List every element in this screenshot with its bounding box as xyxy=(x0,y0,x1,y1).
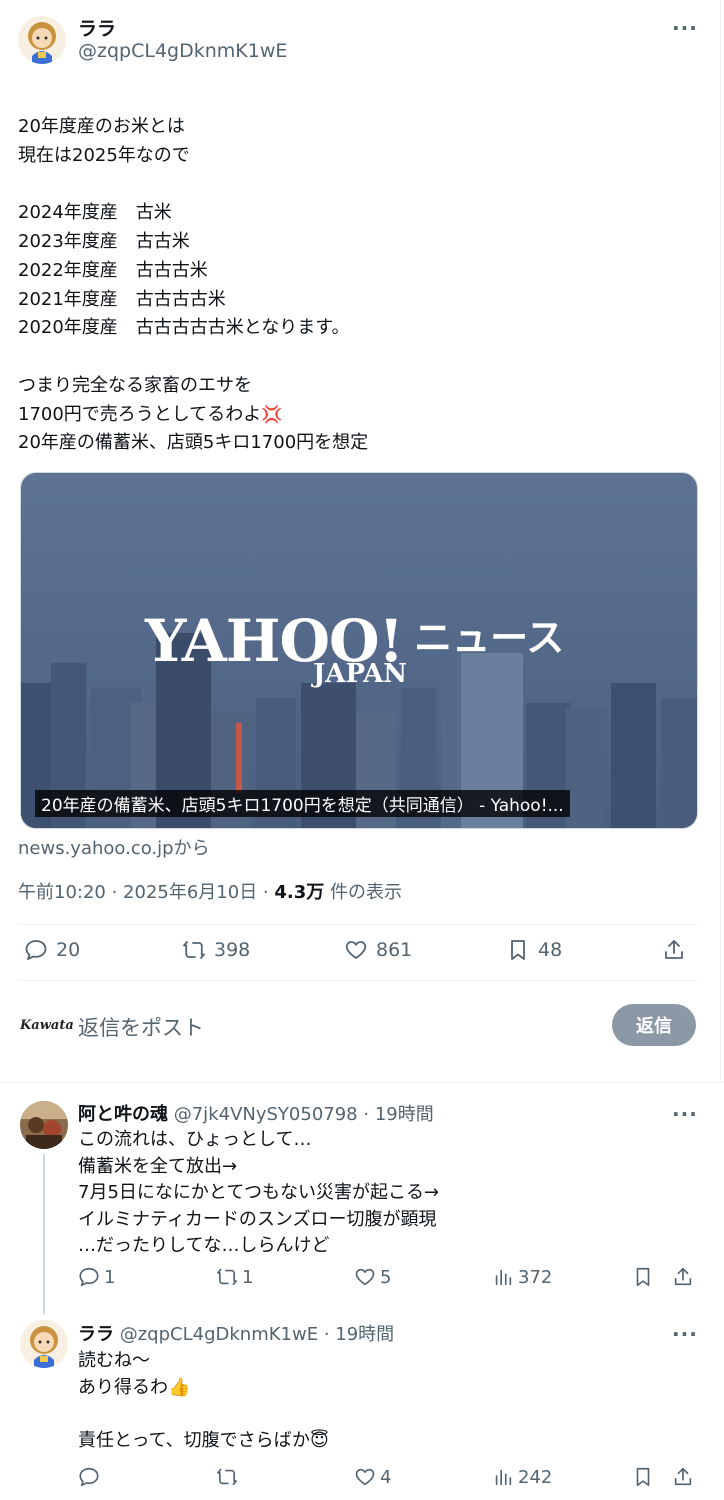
reply2-text-line3: 責任とって、切腹でさらばか xyxy=(78,1429,311,1451)
right-edge-border xyxy=(720,0,721,1082)
reply2-like-count: 4 xyxy=(380,1466,392,1488)
reply-icon xyxy=(25,940,47,960)
avatar-illustration xyxy=(30,1326,58,1368)
section-divider xyxy=(0,1082,724,1083)
reply1-reply-button[interactable]: 1 xyxy=(78,1266,115,1288)
bookmark-icon xyxy=(636,1467,650,1487)
reply2-author-handle[interactable]: @zqpCL4gDknmK1wE xyxy=(120,1324,318,1345)
yahoo-logo-kana: ニュース xyxy=(414,616,565,660)
bookmark-icon xyxy=(636,1267,650,1287)
heart-icon xyxy=(355,1268,375,1286)
reply2-text-line2: あり得るわ xyxy=(78,1376,168,1398)
avatar-illustration xyxy=(28,22,56,64)
reply-icon xyxy=(79,1467,99,1487)
post-timestamp[interactable]: 午前10:20 · 2025年6月10日 · xyxy=(18,882,274,903)
reply2-reply-button[interactable] xyxy=(78,1466,104,1488)
repost-count: 398 xyxy=(214,939,251,961)
reply1-like-count: 5 xyxy=(380,1266,392,1288)
reply2-repost-button[interactable] xyxy=(216,1466,242,1488)
reply1-time[interactable]: · 19時間 xyxy=(363,1104,433,1125)
reply-button[interactable]: 20 xyxy=(24,938,80,962)
views-icon xyxy=(495,1269,512,1286)
reply2-text-line1: 読むね〜 xyxy=(78,1350,150,1371)
reply1-repost-count: 1 xyxy=(242,1266,254,1288)
post-text-tail: 20年産の備蓄米、店頭5キロ1700円を想定 xyxy=(18,432,369,453)
author-avatar[interactable] xyxy=(18,16,66,64)
share-icon xyxy=(674,1267,692,1286)
thread-line xyxy=(43,1154,45,1314)
reply2-avatar[interactable] xyxy=(20,1320,68,1368)
reply1-more-icon[interactable]: ··· xyxy=(672,1102,698,1126)
views-label: 件の表示 xyxy=(324,882,402,903)
reply1-reply-count: 1 xyxy=(104,1266,116,1288)
reply2-text-line2-wrap: あり得るわ👍 xyxy=(78,1375,698,1402)
reply-composer-input[interactable]: 返信をポスト xyxy=(78,1012,204,1042)
post-meta: 午前10:20 · 2025年6月10日 · 4.3万 件の表示 xyxy=(18,878,402,904)
like-button[interactable]: 861 xyxy=(344,938,412,962)
reply2-more-icon[interactable]: ··· xyxy=(672,1322,698,1346)
reply1-bookmark-button[interactable] xyxy=(632,1266,658,1288)
reply2-text-line3-wrap: 責任とって、切腹でさらばか😇 xyxy=(78,1428,698,1455)
share-icon xyxy=(674,1467,692,1486)
thumbs-up-emoji: 👍 xyxy=(168,1376,191,1398)
bookmark-icon xyxy=(511,940,525,960)
reply-icon xyxy=(79,1267,99,1287)
views-icon xyxy=(495,1469,512,1486)
more-options-icon[interactable]: ··· xyxy=(672,16,698,40)
like-count: 861 xyxy=(376,939,413,961)
reply1-like-button[interactable]: 5 xyxy=(354,1266,391,1288)
reply1-avatar-illustration xyxy=(20,1101,68,1149)
reply2-author-name[interactable]: ララ xyxy=(78,1324,114,1345)
reply1-header: 阿と吽の魂 @7jk4VNySY050798 · 19時間 xyxy=(78,1100,434,1126)
share-button[interactable] xyxy=(662,938,694,962)
angel-emoji: 😇 xyxy=(310,1429,329,1451)
heart-icon xyxy=(355,1468,375,1486)
post-text-body: 20年度産のお米とは 現在は2025年なので 2024年度産 古米 2023年度… xyxy=(18,115,350,425)
anger-emoji: 💢 xyxy=(261,404,283,425)
repost-icon xyxy=(217,1268,237,1286)
reply1-avatar[interactable] xyxy=(20,1101,68,1149)
card-source[interactable]: news.yahoo.co.jpから xyxy=(18,834,210,860)
reply1-views-button[interactable]: 372 xyxy=(492,1266,552,1288)
yahoo-logo-sub: JAPAN xyxy=(313,659,408,689)
card-caption: 20年産の備蓄米、店頭5キロ1700円を想定（共同通信） - Yahoo!... xyxy=(35,790,570,817)
reply1-views-count: 372 xyxy=(518,1266,553,1288)
reply2-text: 読むね〜 あり得るわ👍 責任とって、切腹でさらばか😇 xyxy=(78,1348,698,1454)
reply2-like-button[interactable]: 4 xyxy=(354,1466,391,1488)
share-icon xyxy=(665,940,683,959)
reply1-author-name[interactable]: 阿と吽の魂 xyxy=(78,1104,168,1125)
reply1-text: この流れは、ひょっとして… 備蓄米を全て放出→ 7月5日になにかとてつもない災害… xyxy=(78,1129,440,1256)
divider xyxy=(18,980,698,981)
link-card[interactable]: YAHOO! ニュース JAPAN 20年産の備蓄米、店頭5キロ1700円を想定… xyxy=(20,472,698,829)
reply2-bookmark-button[interactable] xyxy=(632,1466,658,1488)
post-text: 20年度産のお米とは 現在は2025年なので 2024年度産 古米 2023年度… xyxy=(18,84,698,430)
repost-icon xyxy=(183,941,205,959)
reply2-views-count: 242 xyxy=(518,1466,553,1488)
reply-submit-button[interactable]: 返信 xyxy=(612,1004,696,1046)
reply2-time[interactable]: · 19時間 xyxy=(324,1324,394,1345)
heart-icon xyxy=(345,941,367,959)
bookmark-button[interactable]: 48 xyxy=(506,938,562,962)
reply1-share-button[interactable] xyxy=(672,1266,698,1288)
repost-icon xyxy=(217,1468,237,1486)
author-name[interactable]: ララ xyxy=(78,14,116,41)
composer-avatar: Kawata xyxy=(20,1018,74,1033)
reply2-share-button[interactable] xyxy=(672,1466,698,1488)
reply1-repost-button[interactable]: 1 xyxy=(216,1266,253,1288)
author-handle[interactable]: @zqpCL4gDknmK1wE xyxy=(78,40,287,62)
reply2-views-button[interactable]: 242 xyxy=(492,1466,552,1488)
reply-count: 20 xyxy=(56,939,81,961)
reply2-header: ララ @zqpCL4gDknmK1wE · 19時間 xyxy=(78,1320,394,1346)
reply1-author-handle[interactable]: @7jk4VNySY050798 xyxy=(174,1104,358,1125)
views-count: 4.3万 xyxy=(274,882,325,903)
divider xyxy=(18,924,698,925)
repost-button[interactable]: 398 xyxy=(182,938,250,962)
bookmark-count: 48 xyxy=(538,939,563,961)
